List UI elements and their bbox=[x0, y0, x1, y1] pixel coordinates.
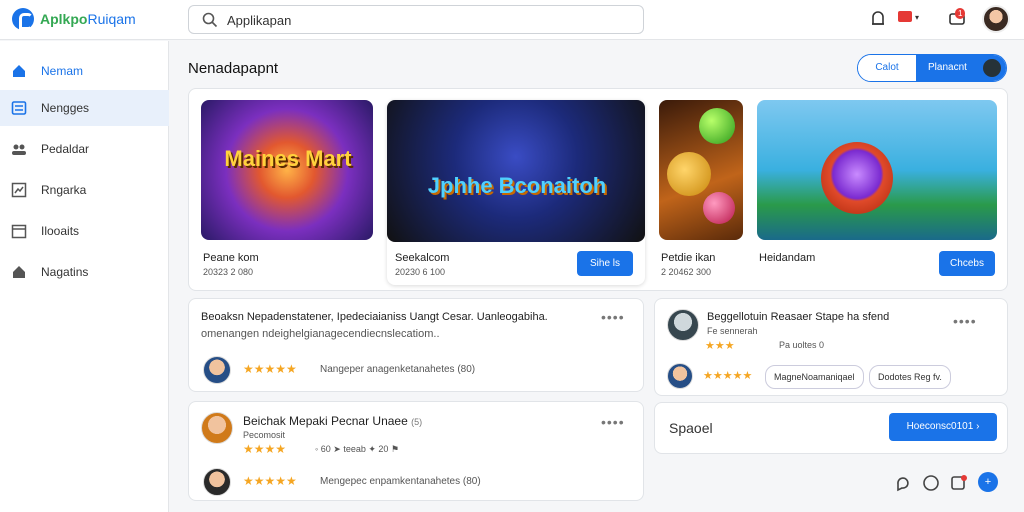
sidebar-item-chart[interactable]: Rngarka bbox=[0, 172, 169, 208]
rating-stars: ★★★★ bbox=[243, 442, 287, 456]
notification-bell-icon[interactable] bbox=[868, 9, 888, 29]
segmented-control: Calot Planacnt bbox=[857, 54, 1007, 82]
panel-action-button[interactable]: Hoeconsc0101 › bbox=[889, 413, 997, 441]
review-meta: Pa uoltes 0 bbox=[779, 340, 825, 350]
sidebar-item-list[interactable]: Nengges bbox=[0, 90, 169, 126]
games-gallery: Maines Mart Peane kom 20323 2 080 Jphhe … bbox=[188, 88, 1008, 291]
user-avatar[interactable] bbox=[982, 5, 1010, 33]
game-card[interactable]: Jphhe Bconaitoh Seekalcom 20230 6 100 Si… bbox=[387, 100, 645, 285]
thumb-icon: ➤ bbox=[333, 444, 341, 454]
review-title: Beggellotuin Reasaer Stape ha sfend bbox=[707, 311, 890, 323]
green-orb-icon bbox=[699, 108, 735, 144]
game-meta: 20323 2 080 bbox=[203, 267, 254, 277]
game-artwork bbox=[659, 100, 743, 240]
game-meta: 2 20462 300 bbox=[661, 267, 712, 277]
reviewer-name-chip[interactable]: MagneNoamaniqael bbox=[765, 365, 864, 389]
add-icon[interactable]: + bbox=[978, 472, 998, 492]
review-text-line: omenangen ndeighelgianagecendiecnslecati… bbox=[201, 328, 440, 340]
share-icon: ✦ bbox=[368, 444, 376, 454]
comment-icon: ◦ bbox=[315, 444, 319, 454]
sidebar-item-label: Nemam bbox=[41, 64, 84, 78]
game-title: Petdie ikan bbox=[661, 252, 716, 264]
review-text-line: Beoaksn Nepadenstatener, Ipedeciaianiss … bbox=[201, 311, 548, 323]
game-action-button[interactable]: Chcebs bbox=[939, 251, 995, 276]
sidebar-item-label: Nagatins bbox=[41, 265, 89, 279]
review-meta: ◦ 60 ➤ teeab ✦ 20 ⚑ bbox=[315, 444, 400, 454]
alert-icon[interactable] bbox=[950, 474, 968, 492]
review-subtitle: Fe sennerah bbox=[707, 326, 758, 336]
sidebar-item-label: Nengges bbox=[41, 101, 90, 115]
sidebar-item-label: Rngarka bbox=[41, 183, 87, 197]
rating-stars: ★★★★★ bbox=[243, 474, 297, 488]
reviewer-avatar[interactable] bbox=[203, 468, 231, 496]
more-options-icon[interactable]: •••• bbox=[601, 414, 625, 430]
chevron-down-icon[interactable]: ▾ bbox=[915, 13, 919, 22]
top-bar: AplkpoRuiqam ▾ 1 bbox=[0, 0, 1024, 40]
game-artwork: Maines Mart bbox=[201, 100, 373, 240]
flag-icon[interactable] bbox=[898, 11, 912, 22]
game-title: Peane kom bbox=[203, 252, 259, 264]
rating-stars: ★★★ bbox=[705, 340, 735, 352]
review-card: Beoaksn Nepadenstatener, Ipedeciaianiss … bbox=[188, 298, 644, 392]
more-options-icon[interactable]: •••• bbox=[953, 313, 977, 329]
panel-label: Spaoel bbox=[669, 420, 713, 436]
more-options-icon[interactable]: •••• bbox=[601, 309, 625, 325]
flag-outline-icon: ⚑ bbox=[390, 444, 400, 454]
page-title: Nenadapapnt bbox=[188, 60, 279, 77]
app-logo[interactable]: AplkpoRuiqam bbox=[12, 8, 136, 30]
sidebar-item-people[interactable]: Pedaldar bbox=[0, 131, 169, 167]
game-card[interactable]: Petdie ikan 2 20462 300 bbox=[659, 100, 743, 280]
game-card[interactable]: Heidandam Chcebs bbox=[757, 100, 997, 280]
sidebar: Nemam Nengges Pedaldar Rngarka Ilooaits … bbox=[0, 41, 169, 512]
search-bar[interactable] bbox=[188, 5, 644, 34]
reviewer-avatar[interactable] bbox=[201, 412, 233, 444]
game-artwork: Jphhe Bconaitoh bbox=[387, 100, 645, 242]
reviewer-avatar[interactable] bbox=[667, 363, 693, 389]
game-art-title: Jphhe Bconaitoh bbox=[427, 173, 607, 198]
game-card[interactable]: Maines Mart Peane kom 20323 2 080 bbox=[201, 100, 373, 280]
review-caption: Mengepec enpamkentanahetes (80) bbox=[320, 476, 481, 487]
review-subtitle: Pecomosit bbox=[243, 430, 286, 440]
game-art-title: Maines Mart bbox=[224, 146, 352, 171]
reply-icon[interactable] bbox=[894, 474, 912, 492]
home-outline-icon bbox=[13, 266, 25, 278]
rating-stars: ★★★★★ bbox=[243, 362, 297, 376]
game-action-button[interactable]: Sihe ls bbox=[577, 251, 633, 276]
people-icon bbox=[12, 144, 26, 155]
sidebar-item-home[interactable]: Nemam bbox=[0, 53, 169, 89]
search-icon bbox=[202, 12, 218, 28]
reply-chip[interactable]: Dodotes Reg fv. bbox=[869, 365, 951, 389]
game-meta: 20230 6 100 bbox=[395, 267, 446, 277]
segment-right-label: Planacnt bbox=[928, 62, 967, 73]
character-figure bbox=[821, 142, 893, 214]
home-icon bbox=[13, 65, 25, 77]
review-title: Beichak Mepaki Pecnar Unaee (5) bbox=[243, 414, 423, 428]
rating-stars: ★★★★★ bbox=[703, 370, 753, 382]
chart-icon bbox=[11, 182, 27, 198]
sidebar-item-calendar[interactable]: Ilooaits bbox=[0, 213, 169, 249]
sidebar-item-home-outline[interactable]: Nagatins bbox=[0, 254, 169, 290]
segment-right-button[interactable]: Planacnt bbox=[916, 55, 1006, 81]
profile-dot-icon bbox=[983, 59, 1001, 77]
logo-icon bbox=[12, 8, 34, 30]
game-artwork bbox=[757, 100, 997, 240]
reviewer-avatar[interactable] bbox=[203, 356, 231, 384]
app-name: AplkpoRuiqam bbox=[40, 11, 136, 27]
review-caption: Nangeper anagenketanahetes (80) bbox=[320, 364, 476, 375]
reviewer-avatar[interactable] bbox=[667, 309, 699, 341]
side-review-card: Beggellotuin Reasaer Stape ha sfend Fe s… bbox=[654, 298, 1008, 396]
segment-left-button[interactable]: Calot bbox=[858, 55, 916, 81]
sidebar-item-label: Ilooaits bbox=[41, 224, 80, 238]
search-input[interactable] bbox=[227, 10, 627, 30]
coin-icon bbox=[667, 152, 711, 196]
game-title: Heidandam bbox=[759, 252, 816, 264]
pink-orb-icon bbox=[703, 192, 735, 224]
sidebar-item-label: Pedaldar bbox=[41, 142, 90, 156]
game-title: Seekalcom bbox=[395, 252, 450, 264]
review-card: Beichak Mepaki Pecnar Unaee (5) Pecomosi… bbox=[188, 401, 644, 501]
chat-icon[interactable] bbox=[922, 474, 940, 492]
calendar-icon bbox=[11, 224, 27, 239]
action-panel: Spaoel Hoeconsc0101 › bbox=[654, 402, 1008, 454]
list-icon bbox=[11, 101, 27, 115]
